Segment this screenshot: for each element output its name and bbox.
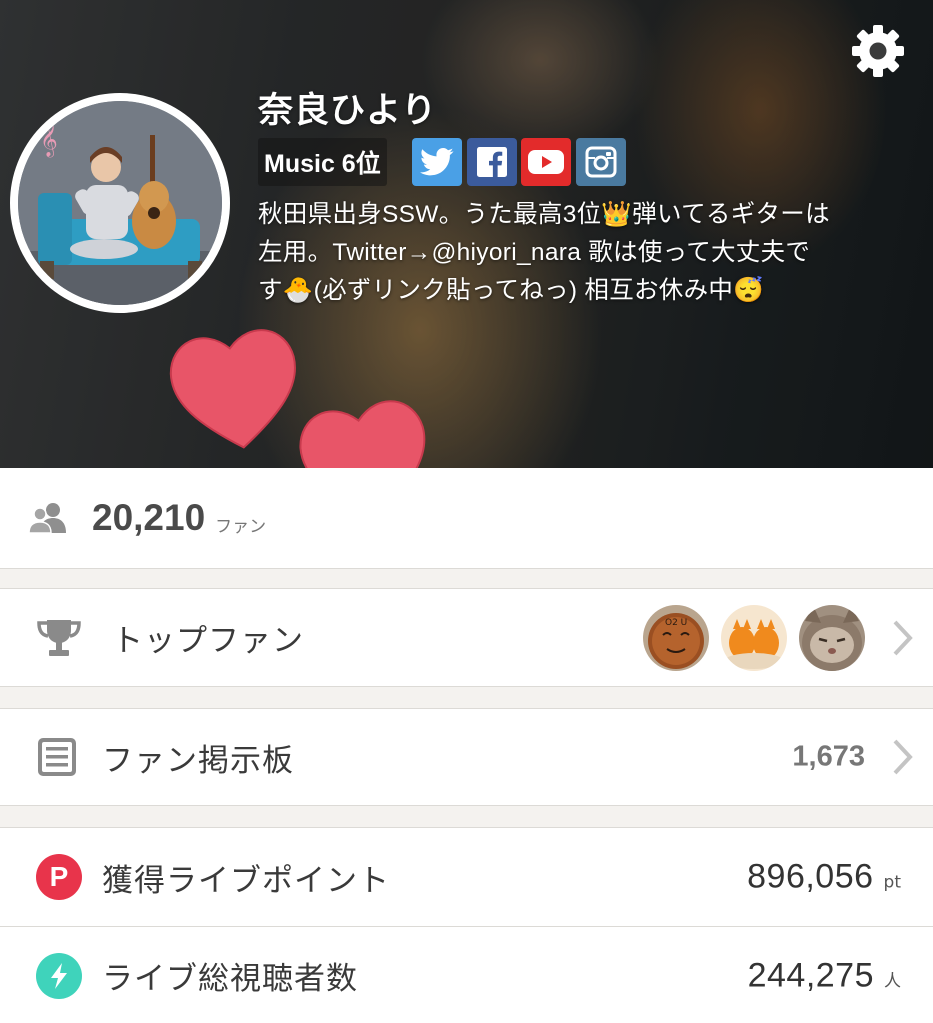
- section-divider: [0, 568, 933, 589]
- live-viewers-unit: 人: [884, 971, 901, 991]
- fans-count: 20,210: [92, 497, 206, 538]
- profile-bio: 秋田県出身SSW。うた最高3位👑弾いてるギターは 左用。Twitter→@hiy…: [258, 201, 830, 304]
- twitter-link[interactable]: [412, 138, 462, 186]
- rank-badge[interactable]: Music 6位: [258, 138, 387, 186]
- live-viewers-number: 244,275: [747, 956, 874, 994]
- section-divider: [0, 686, 933, 709]
- live-viewers-row: ライブ総視聴者数 244,275 人: [0, 926, 933, 1023]
- youtube-link[interactable]: [521, 138, 571, 186]
- instagram-link[interactable]: [576, 138, 626, 186]
- live-viewers-value: 244,275 人: [748, 956, 901, 995]
- facebook-icon: [477, 147, 507, 177]
- live-points-number: 896,056: [747, 857, 874, 896]
- fan-avatar-1[interactable]: O2 U: [643, 604, 709, 671]
- svg-text:𝄞: 𝄞: [40, 122, 58, 158]
- heart-icon: [169, 329, 296, 449]
- trophy-icon: [37, 619, 81, 656]
- profile-header: 𝄞 奈良ひより Music 6位 秋田県出身SSW。うた最高3位👑弾いてるギター…: [0, 0, 933, 468]
- fan-avatar-2[interactable]: [721, 604, 787, 671]
- chevron-right-icon: [893, 620, 913, 655]
- twitter-icon: [420, 147, 454, 176]
- heart-decoration: [169, 329, 426, 468]
- people-icon: [28, 503, 66, 534]
- profile-name: 奈良ひより: [258, 91, 438, 130]
- live-viewers-label: ライブ総視聴者数: [102, 961, 358, 996]
- live-points-label: 獲得ライブポイント: [102, 862, 390, 898]
- youtube-icon: [528, 150, 564, 174]
- profile-photo: 𝄞: [18, 101, 222, 305]
- section-divider: [0, 805, 933, 828]
- fan-board-row[interactable]: ファン掲示板 1,673: [0, 709, 933, 805]
- lightning-glyph: [51, 962, 67, 989]
- board-icon: [38, 738, 76, 776]
- points-icon-letter: P: [49, 861, 69, 892]
- settings-button[interactable]: [847, 20, 909, 82]
- top-fans-label: トップファン: [112, 623, 304, 658]
- chevron-right-icon: [893, 739, 913, 775]
- live-points-row: P 獲得ライブポイント 896,056 pt: [0, 828, 933, 926]
- heart-icon: [299, 400, 426, 468]
- fan-board-label: ファン掲示板: [102, 742, 294, 778]
- instagram-icon: [585, 146, 617, 178]
- live-points-value: 896,056 pt: [747, 858, 901, 897]
- top-fans-avatars: O2 U: [643, 604, 865, 671]
- fan-avatar-3[interactable]: [799, 604, 865, 671]
- points-icon: P: [36, 854, 82, 900]
- profile-avatar[interactable]: 𝄞: [10, 93, 230, 313]
- facebook-link[interactable]: [467, 138, 517, 186]
- fans-summary: 20,210 ファン: [0, 468, 933, 568]
- gear-icon: [852, 25, 904, 77]
- fan-board-count: 1,673: [792, 740, 865, 773]
- live-points-unit: pt: [883, 872, 901, 893]
- lightning-icon: [36, 952, 82, 999]
- fans-unit: ファン: [215, 516, 267, 537]
- top-fans-row[interactable]: トップファン O2 U: [0, 589, 933, 686]
- svg-text:O2 U: O2 U: [665, 618, 687, 628]
